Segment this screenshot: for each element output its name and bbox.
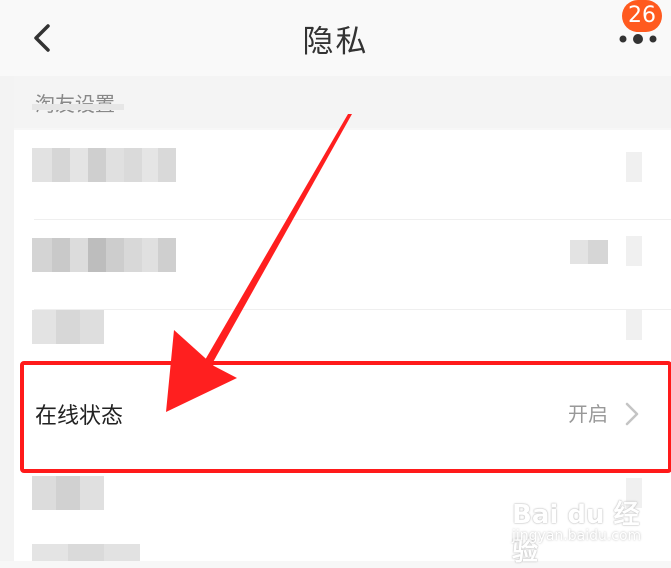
online-status-value: 开启 [568,402,608,426]
chevron-right-icon [626,236,642,266]
blurred-setting-row[interactable] [14,130,671,220]
more-options-icon[interactable] [618,30,660,48]
top-navigation-bar: 隐私 26 [0,0,671,76]
left-edge-strip [0,76,14,561]
pixelated-value [570,240,608,264]
online-status-row[interactable]: 在线状态 开启 [20,360,666,466]
baidu-jingyan-watermark: Bai du 经验 jingyan.baidu.com [512,488,662,567]
pixelated-text [32,238,176,272]
online-status-label: 在线状态 [35,404,124,429]
page-title: 隐私 [302,24,369,60]
chevron-right-icon [625,402,639,426]
watermark-sub-text: jingyan.baidu.com [512,528,642,544]
notification-badge: 26 [622,0,662,32]
section-underline [32,104,124,110]
pixelated-text [32,310,104,344]
pixelated-text [32,148,176,182]
blurred-setting-row[interactable] [14,220,671,310]
pixelated-text [32,544,140,561]
chevron-right-icon [626,152,642,182]
chevron-right-icon [626,310,642,340]
section-header: 淘友设置 [0,76,671,128]
section-label: 淘友设置 [35,88,115,117]
pixelated-text [32,476,104,510]
